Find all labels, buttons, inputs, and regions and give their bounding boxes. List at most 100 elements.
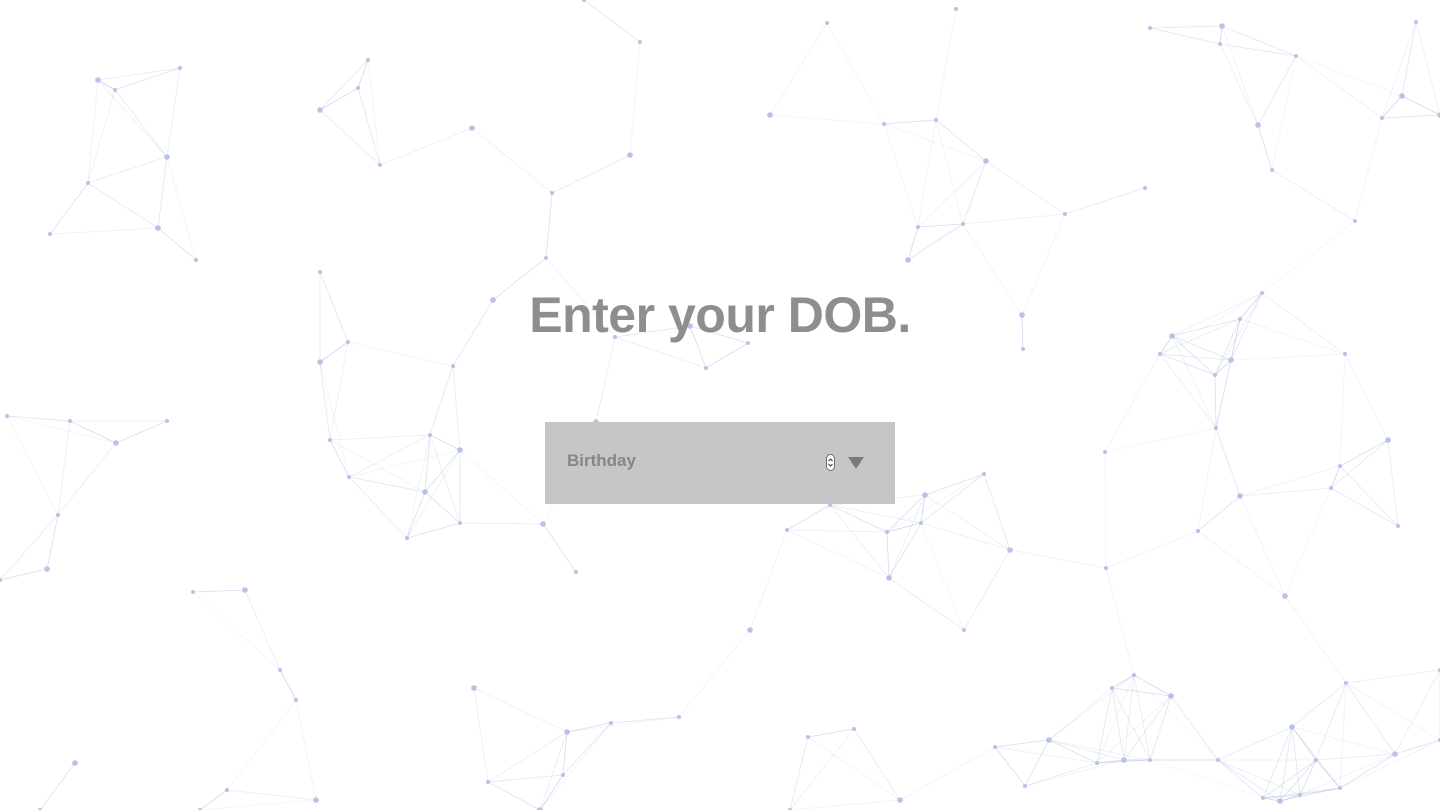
network-line: [994, 739, 1050, 748]
network-node: [1219, 23, 1225, 29]
network-node: [677, 715, 681, 719]
network-line: [0, 568, 48, 581]
network-node: [165, 419, 169, 423]
network-node: [1132, 673, 1136, 677]
network-line: [883, 119, 937, 125]
network-line: [1415, 21, 1440, 116]
network-node: [897, 797, 903, 803]
network-node: [885, 530, 889, 534]
network-node: [1294, 54, 1298, 58]
network-line: [786, 504, 831, 531]
network-node: [540, 521, 546, 527]
network-node: [561, 773, 565, 777]
network-line: [935, 119, 987, 162]
network-line: [807, 736, 901, 801]
network-node: [1196, 529, 1200, 533]
network-node: [544, 256, 548, 260]
network-line: [883, 123, 919, 228]
network-line: [1197, 495, 1241, 532]
network-line: [539, 774, 564, 810]
network-line: [1291, 726, 1301, 796]
network-line: [1105, 567, 1135, 676]
network-line: [97, 67, 181, 81]
network-line: [1214, 359, 1232, 376]
birthday-date-input[interactable]: Birthday: [545, 422, 895, 504]
network-line: [1295, 55, 1403, 97]
network-node: [1270, 168, 1274, 172]
network-node: [564, 729, 570, 735]
network-line: [1345, 669, 1440, 684]
network-line: [962, 213, 1066, 225]
network-line: [452, 365, 461, 451]
network-line: [97, 79, 116, 91]
network-line: [1217, 759, 1264, 799]
network-node: [68, 419, 72, 423]
network-line: [562, 722, 612, 776]
network-line: [1105, 530, 1199, 569]
network-line: [883, 123, 987, 162]
network-line: [319, 361, 331, 441]
network-line: [1215, 427, 1241, 497]
network-line: [1330, 487, 1399, 527]
network-node: [242, 587, 248, 593]
network-line: [1257, 124, 1273, 171]
network-line: [907, 226, 919, 261]
network-node: [1110, 686, 1114, 690]
network-line: [57, 420, 71, 516]
network-line: [473, 687, 568, 733]
network-line: [899, 746, 996, 801]
network-node: [961, 222, 965, 226]
network-line: [1339, 353, 1346, 467]
network-node: [1255, 122, 1261, 128]
network-node: [56, 513, 60, 517]
network-line: [1401, 95, 1440, 116]
network-node: [582, 0, 586, 2]
network-line: [826, 22, 885, 125]
network-line: [807, 728, 855, 738]
network-line: [1221, 25, 1259, 126]
network-node: [1329, 486, 1333, 490]
network-line: [1133, 674, 1172, 697]
network-line: [1048, 674, 1135, 741]
network-line: [829, 504, 922, 524]
network-line: [46, 514, 59, 570]
network-line: [1284, 595, 1347, 684]
network-node: [1282, 593, 1288, 599]
network-node: [704, 366, 708, 370]
network-line: [1104, 451, 1107, 569]
network-line: [459, 522, 544, 525]
network-line: [87, 79, 99, 184]
spin-up-down-icon[interactable]: [826, 454, 835, 471]
network-node: [95, 77, 101, 83]
network-line: [319, 59, 369, 111]
network-node: [1399, 93, 1405, 99]
network-line: [994, 746, 1026, 787]
network-node: [1277, 798, 1283, 804]
network-line: [471, 127, 553, 194]
network-line: [357, 59, 369, 89]
network-line: [1339, 439, 1389, 467]
network-node: [550, 191, 554, 195]
network-line: [886, 531, 890, 579]
network-node: [1396, 524, 1400, 528]
network-line: [199, 789, 228, 810]
network-line: [459, 449, 544, 525]
birthday-placeholder: Birthday: [567, 451, 636, 470]
network-line: [1299, 787, 1341, 796]
network-node: [993, 745, 997, 749]
network-line: [1271, 55, 1297, 171]
network-line: [329, 341, 349, 441]
network-node: [72, 760, 78, 766]
network-line: [1354, 117, 1383, 222]
triangle-down-icon[interactable]: [847, 456, 865, 470]
network-line: [1009, 549, 1107, 569]
network-line: [583, 0, 641, 43]
network-line: [935, 119, 964, 225]
network-line: [1024, 759, 1125, 787]
network-line: [1257, 55, 1297, 126]
network-line: [920, 522, 965, 631]
network-line: [907, 223, 964, 261]
network-node: [767, 112, 773, 118]
network-node: [574, 570, 578, 574]
network-line: [917, 223, 964, 228]
